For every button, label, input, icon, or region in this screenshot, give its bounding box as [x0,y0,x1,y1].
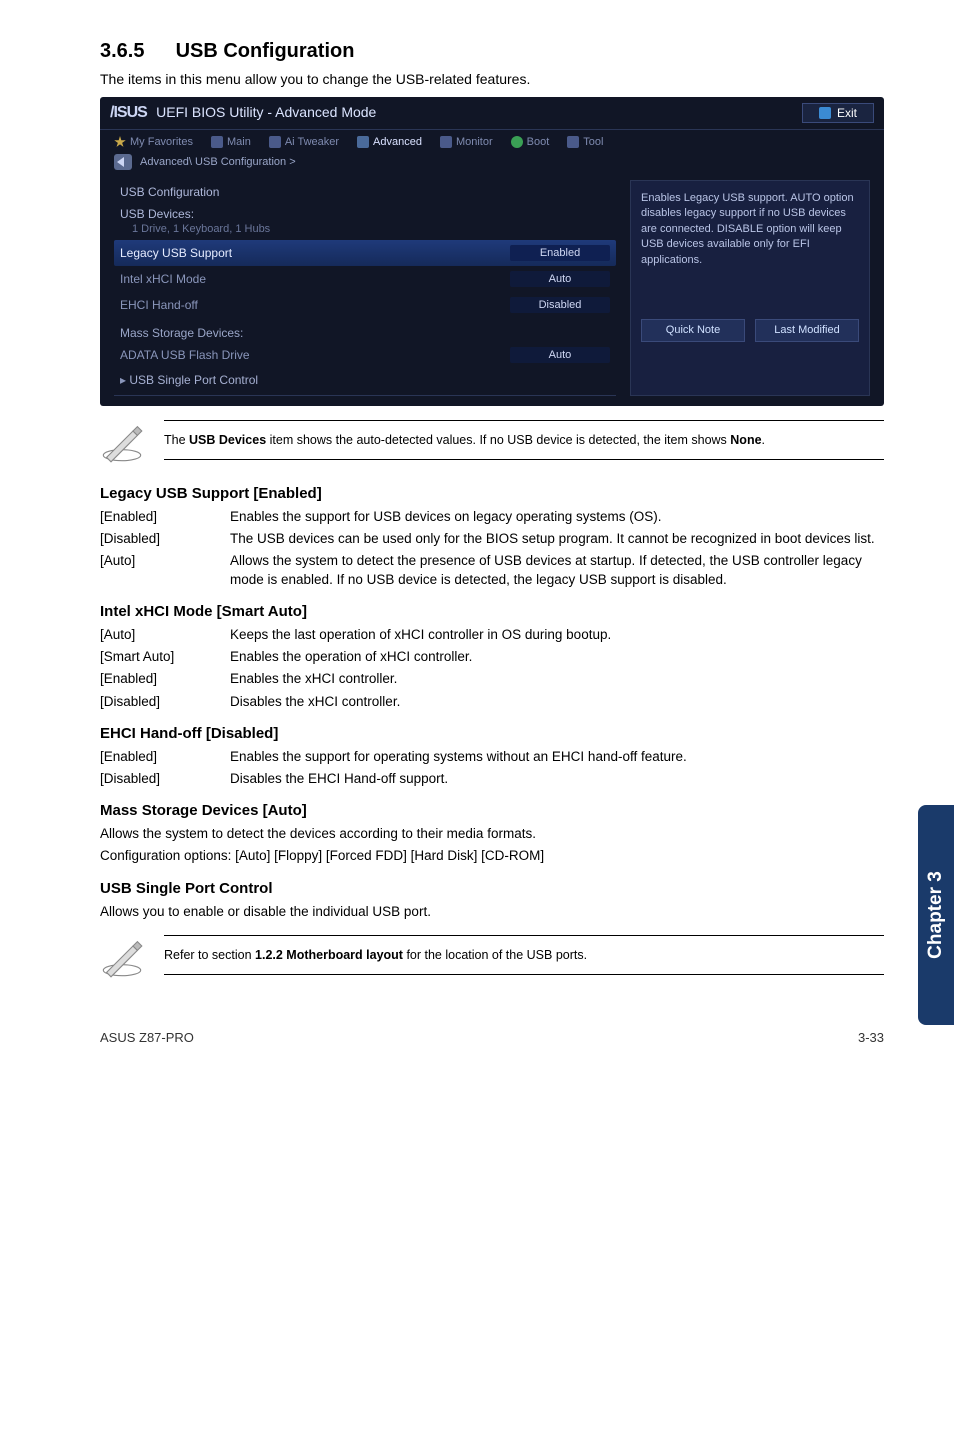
mass-storage-header: Mass Storage Devices: [114,318,616,342]
row-value[interactable]: Auto [510,271,610,287]
row-value[interactable]: Disabled [510,297,610,313]
pencil-icon [100,935,150,982]
usb-single-port-control[interactable]: USB Single Port Control [114,368,616,396]
devices-detail: 1 Drive, 1 Keyboard, 1 Hubs [114,223,616,240]
bios-tabs: My Favorites Main Ai Tweaker Advanced Mo… [100,130,884,148]
tool-icon [567,136,579,148]
row-label: EHCI Hand-off [120,298,198,312]
option-row: [Auto]Allows the system to detect the pr… [100,552,884,588]
page-footer: ASUS Z87-PRO 3-33 [0,1030,954,1075]
tab-monitor[interactable]: Monitor [440,136,493,148]
tab-tool[interactable]: Tool [567,136,603,148]
bios-logo: /ISUS [110,104,147,121]
exit-button[interactable]: Exit [802,103,874,123]
note-text: The USB Devices item shows the auto-dete… [164,420,884,460]
option-row: [Smart Auto]Enables the operation of xHC… [100,648,884,666]
chapter-tab: Chapter 3 [918,805,954,1025]
section-number: 3.6.5 [100,40,170,63]
star-icon [114,136,126,148]
bios-window: /ISUS UEFI BIOS Utility - Advanced Mode … [100,97,884,406]
chip-icon [357,136,369,148]
option-row: [Auto]Keeps the last operation of xHCI c… [100,626,884,644]
row-xhci-mode[interactable]: Intel xHCI Mode Auto [114,266,616,292]
footer-right: 3-33 [858,1030,884,1045]
tweaker-icon [269,136,281,148]
footer-left: ASUS Z87-PRO [100,1030,194,1045]
tab-tweaker[interactable]: Ai Tweaker [269,136,339,148]
legacy-usb-heading: Legacy USB Support [Enabled] [100,485,884,502]
tab-advanced[interactable]: Advanced [357,136,422,148]
exit-label: Exit [837,106,857,120]
list-icon [211,136,223,148]
help-text: Enables Legacy USB support. AUTO option … [641,191,859,311]
breadcrumb-text: Advanced\ USB Configuration > [140,156,296,168]
note-motherboard-layout: Refer to section 1.2.2 Motherboard layou… [100,935,884,982]
mass-storage-desc: Allows the system to detect the devices … [100,825,884,843]
exit-icon [819,107,831,119]
single-port-desc: Allows you to enable or disable the indi… [100,903,884,921]
bios-help-panel: Enables Legacy USB support. AUTO option … [630,180,870,396]
row-value[interactable]: Auto [510,347,610,363]
last-modified-button[interactable]: Last Modified [755,319,859,342]
row-value[interactable]: Enabled [510,245,610,261]
tab-favorites[interactable]: My Favorites [114,136,193,148]
section-heading: 3.6.5 USB Configuration [100,40,884,63]
config-header: USB Configuration [114,180,616,201]
quick-note-button[interactable]: Quick Note [641,319,745,342]
section-title: USB Configuration [176,40,355,62]
row-label: ADATA USB Flash Drive [120,348,250,362]
devices-header: USB Devices: [114,201,616,223]
option-row: [Disabled]The USB devices can be used on… [100,530,884,548]
power-icon [511,136,523,148]
breadcrumb-row: Advanced\ USB Configuration > [100,148,884,176]
row-legacy-usb[interactable]: Legacy USB Support Enabled [114,240,616,266]
back-button[interactable] [114,154,132,170]
row-label: Intel xHCI Mode [120,272,206,286]
mass-storage-heading: Mass Storage Devices [Auto] [100,802,884,819]
option-row: [Enabled]Enables the support for USB dev… [100,508,884,526]
row-mass-storage-item[interactable]: ADATA USB Flash Drive Auto [114,342,616,368]
note-text: Refer to section 1.2.2 Motherboard layou… [164,935,884,975]
option-row: [Enabled]Enables the xHCI controller. [100,670,884,688]
tab-boot[interactable]: Boot [511,136,550,148]
tab-main[interactable]: Main [211,136,251,148]
pencil-icon [100,420,150,467]
option-row: [Disabled]Disables the EHCI Hand-off sup… [100,770,884,788]
note-usb-devices: The USB Devices item shows the auto-dete… [100,420,884,467]
row-label: Legacy USB Support [120,246,232,260]
section-intro: The items in this menu allow you to chan… [100,71,884,87]
single-port-heading: USB Single Port Control [100,880,884,897]
bios-titlebar: /ISUS UEFI BIOS Utility - Advanced Mode … [100,97,884,130]
chapter-label: Chapter 3 [925,871,947,959]
bios-content: USB Configuration USB Devices: 1 Drive, … [114,180,616,396]
row-ehci-handoff[interactable]: EHCI Hand-off Disabled [114,292,616,318]
mass-storage-options: Configuration options: [Auto] [Floppy] [… [100,847,884,865]
ehci-heading: EHCI Hand-off [Disabled] [100,725,884,742]
monitor-icon [440,136,452,148]
xhci-heading: Intel xHCI Mode [Smart Auto] [100,603,884,620]
option-row: [Enabled]Enables the support for operati… [100,748,884,766]
option-row: [Disabled]Disables the xHCI controller. [100,693,884,711]
bios-title: UEFI BIOS Utility - Advanced Mode [156,104,376,120]
